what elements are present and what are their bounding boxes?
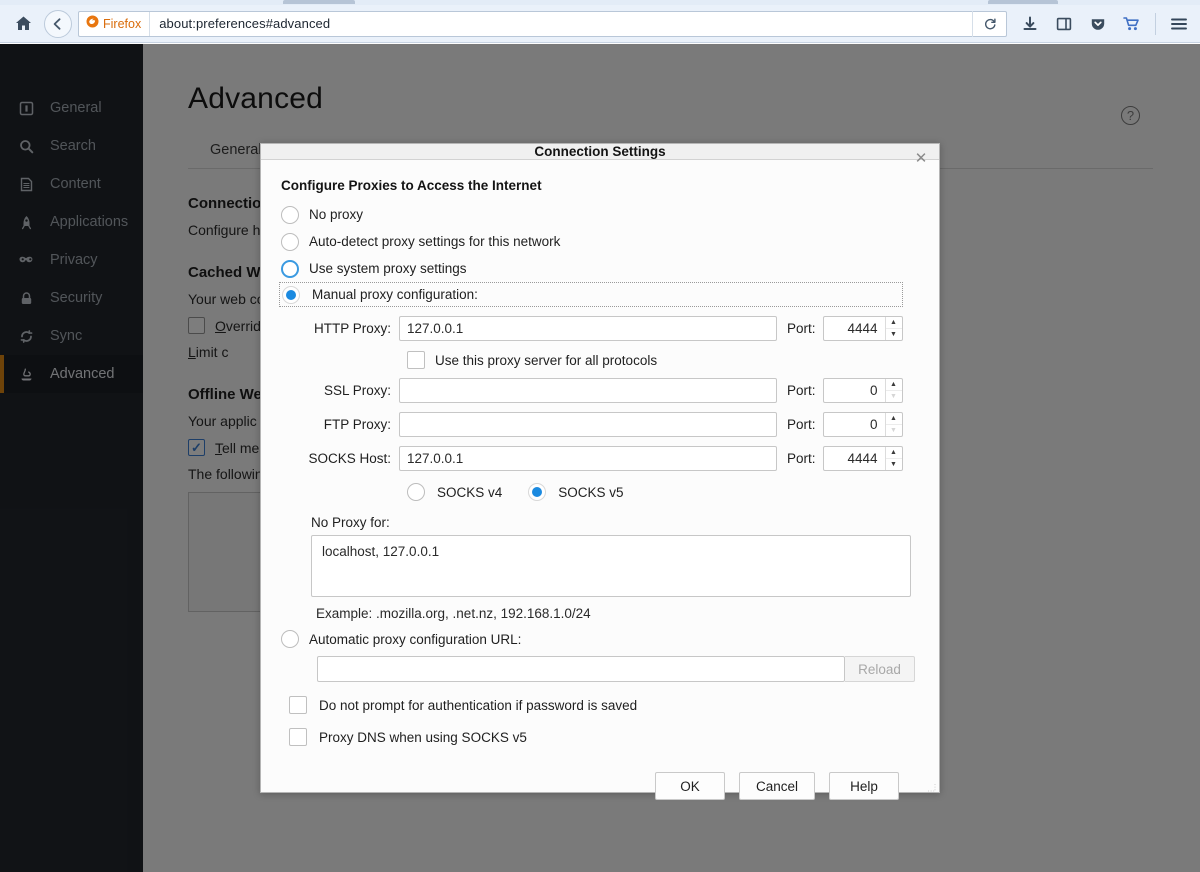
firefox-logo-icon (86, 15, 99, 33)
no-proxy-for-textarea[interactable]: localhost, 127.0.0.1 (311, 535, 911, 597)
radio-label: Manual proxy configuration: (310, 287, 478, 302)
radio-circle (281, 206, 299, 224)
use-for-all-protocols-checkbox[interactable]: Use this proxy server for all protocols (407, 351, 919, 369)
checkbox-box (407, 351, 425, 369)
radio-label: No proxy (309, 207, 363, 222)
radio-socks-v4[interactable] (407, 483, 425, 501)
ftp-port-stepper[interactable]: 0 ▲ ▼ (823, 412, 903, 437)
identity-box[interactable]: Firefox (79, 12, 150, 36)
stepper-buttons: ▲ ▼ (885, 379, 902, 402)
radio-auto-detect[interactable]: Auto-detect proxy settings for this netw… (281, 228, 919, 255)
stepper-down-icon: ▼ (886, 390, 902, 402)
checkbox-box (289, 696, 307, 714)
socks-port-stepper[interactable]: 4444 ▲ ▼ (823, 446, 903, 471)
radio-label: Use system proxy settings (309, 261, 467, 276)
hamburger-menu-icon[interactable] (1162, 9, 1196, 39)
toolbar-separator (1155, 13, 1156, 35)
checkbox-box (289, 728, 307, 746)
socks-port-label: Port: (777, 451, 823, 466)
checkbox-label: Do not prompt for authentication if pass… (319, 698, 637, 713)
ftp-port-label: Port: (777, 417, 823, 432)
dialog-titlebar: Connection Settings ✕ (261, 144, 939, 160)
radio-circle (281, 260, 299, 278)
socks-host-label: SOCKS Host: (281, 451, 399, 466)
checkbox-label: Proxy DNS when using SOCKS v5 (319, 730, 527, 745)
download-icon[interactable] (1013, 9, 1047, 39)
radio-automatic-pac[interactable]: Automatic proxy configuration URL: (281, 630, 919, 648)
no-proxy-for-label: No Proxy for: (311, 515, 919, 530)
pac-url-row: Reload (317, 656, 919, 682)
ssl-proxy-input[interactable] (399, 378, 777, 403)
ssl-port-label: Port: (777, 383, 823, 398)
stepper-up-icon[interactable]: ▲ (886, 413, 902, 424)
no-proxy-example-text: Example: .mozilla.org, .net.nz, 192.168.… (316, 606, 919, 621)
navigation-toolbar: Firefox about:preferences#advanced (0, 5, 1200, 43)
ftp-proxy-input[interactable] (399, 412, 777, 437)
socks-host-input[interactable]: 127.0.0.1 (399, 446, 777, 471)
stepper-buttons: ▲ ▼ (885, 317, 902, 340)
sidebar-icon[interactable] (1047, 9, 1081, 39)
stepper-up-icon[interactable]: ▲ (886, 447, 902, 458)
url-input[interactable]: about:preferences#advanced (150, 16, 972, 31)
radio-label: SOCKS v4 (437, 485, 502, 500)
url-bar[interactable]: Firefox about:preferences#advanced (78, 11, 1007, 37)
field-row-http-proxy: HTTP Proxy: 127.0.0.1 Port: 4444 ▲ ▼ (281, 316, 919, 341)
resize-grip[interactable] (927, 780, 936, 789)
connection-settings-dialog: Connection Settings ✕ Configure Proxies … (260, 143, 940, 793)
pac-reload-button: Reload (845, 656, 915, 682)
radio-socks-v5[interactable] (528, 483, 546, 501)
pocket-icon[interactable] (1081, 9, 1115, 39)
radio-no-proxy[interactable]: No proxy (281, 201, 919, 228)
http-port-value: 4444 (824, 321, 885, 336)
stepper-up-icon[interactable]: ▲ (886, 379, 902, 390)
radio-circle (281, 233, 299, 251)
back-button[interactable] (44, 10, 72, 38)
help-button[interactable]: Help (829, 772, 899, 800)
http-port-stepper[interactable]: 4444 ▲ ▼ (823, 316, 903, 341)
socks-version-group: SOCKS v4 SOCKS v5 (407, 483, 919, 501)
toolbar-buttons (1013, 9, 1200, 39)
ftp-port-value: 0 (824, 417, 885, 432)
tab-sliver-right[interactable] (988, 0, 1058, 4)
ok-button[interactable]: OK (655, 772, 725, 800)
field-row-socks-host: SOCKS Host: 127.0.0.1 Port: 4444 ▲ ▼ (281, 446, 919, 471)
stepper-down-icon[interactable]: ▼ (886, 328, 902, 340)
pac-url-input[interactable] (317, 656, 845, 682)
home-icon[interactable] (6, 9, 40, 39)
reload-icon[interactable] (972, 11, 1006, 37)
no-auth-prompt-checkbox[interactable]: Do not prompt for authentication if pass… (289, 696, 919, 714)
radio-circle (281, 630, 299, 648)
radio-manual-proxy[interactable]: Manual proxy configuration: (279, 282, 903, 307)
stepper-down-icon[interactable]: ▼ (886, 458, 902, 470)
proxy-dns-socks5-checkbox[interactable]: Proxy DNS when using SOCKS v5 (289, 728, 919, 746)
radio-circle (282, 286, 300, 304)
http-proxy-input[interactable]: 127.0.0.1 (399, 316, 777, 341)
stepper-down-icon: ▼ (886, 424, 902, 436)
shopping-cart-icon[interactable] (1115, 9, 1149, 39)
tab-sliver-left[interactable] (283, 0, 355, 4)
ssl-port-value: 0 (824, 383, 885, 398)
radio-label: Automatic proxy configuration URL: (309, 632, 521, 647)
checkbox-label: Use this proxy server for all protocols (435, 353, 657, 368)
radio-label: Auto-detect proxy settings for this netw… (309, 234, 560, 249)
field-row-ssl-proxy: SSL Proxy: Port: 0 ▲ ▼ (281, 378, 919, 403)
radio-label: SOCKS v5 (558, 485, 623, 500)
radio-system-proxy[interactable]: Use system proxy settings (281, 255, 919, 282)
dialog-button-row: OK Cancel Help (281, 772, 919, 800)
cancel-button[interactable]: Cancel (739, 772, 815, 800)
dialog-body: Configure Proxies to Access the Internet… (261, 160, 939, 800)
socks-port-value: 4444 (824, 451, 885, 466)
field-row-ftp-proxy: FTP Proxy: Port: 0 ▲ ▼ (281, 412, 919, 437)
stepper-buttons: ▲ ▼ (885, 447, 902, 470)
http-proxy-label: HTTP Proxy: (281, 321, 399, 336)
ssl-port-stepper[interactable]: 0 ▲ ▼ (823, 378, 903, 403)
ftp-proxy-label: FTP Proxy: (281, 417, 399, 432)
http-port-label: Port: (777, 321, 823, 336)
stepper-up-icon[interactable]: ▲ (886, 317, 902, 328)
stepper-buttons: ▲ ▼ (885, 413, 902, 436)
ssl-proxy-label: SSL Proxy: (281, 383, 399, 398)
identity-label: Firefox (103, 17, 141, 31)
dialog-title: Connection Settings (534, 144, 665, 159)
dialog-heading: Configure Proxies to Access the Internet (281, 178, 919, 193)
